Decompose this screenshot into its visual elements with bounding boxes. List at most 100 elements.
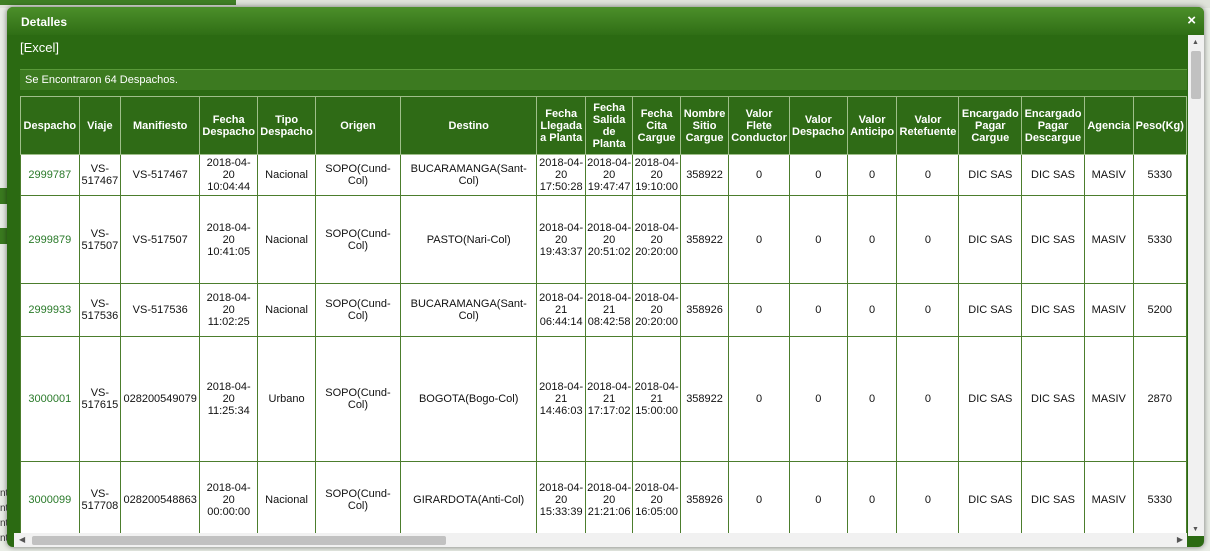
cell-agencia: MASIV: [1083, 195, 1134, 284]
cell-valor-despacho: 0: [788, 195, 848, 284]
despacho-link[interactable]: 3000001: [20, 336, 80, 462]
cell-fecha-salida: 2018-04-21 08:42:58: [584, 283, 634, 337]
cell-fecha-llegada: 2018-04-20 19:43:37: [536, 195, 586, 284]
cell-valor-despacho: 0: [788, 283, 848, 337]
col-header-peso[interactable]: Peso(Kg): [1132, 96, 1187, 155]
scroll-up-icon[interactable]: ▲: [1192, 39, 1199, 46]
background-tab: [0, 0, 236, 5]
cell-fecha-llegada: 2018-04-20 17:50:28: [536, 154, 586, 196]
scroll-right-icon[interactable]: ▶: [1177, 535, 1183, 544]
excel-export-link[interactable]: [Excel]: [20, 40, 59, 55]
cell-fecha-cita: 2018-04-20 20:20:00: [632, 283, 681, 337]
col-header-retefuente[interactable]: Valor Retefuente: [896, 96, 960, 155]
despacho-link[interactable]: 2999879: [20, 195, 80, 284]
dialog-title: Detalles: [21, 15, 68, 29]
cell-destino: PASTO(Nari-Col): [399, 195, 538, 284]
cell-valor-despacho: 0: [788, 461, 848, 536]
cell-fecha-despacho: 2018-04-20 00:00:00: [199, 461, 259, 536]
cell-fecha-salida: 2018-04-21 17:17:02: [584, 336, 634, 462]
cell-manifiesto: VS-517507: [120, 195, 201, 284]
cell-flete-conductor: 0: [728, 283, 790, 337]
cell-fecha-despacho: 2018-04-20 11:02:25: [199, 283, 259, 337]
cell-valor-anticipo: 0: [846, 336, 898, 462]
close-icon[interactable]: ×: [1187, 12, 1196, 29]
cell-fecha-salida: 2018-04-20 19:47:47: [584, 154, 634, 196]
col-header-manifiesto[interactable]: Manifiesto: [120, 96, 201, 155]
table-row: 2999787 VS-517467 VS-517467 2018-04-20 1…: [20, 154, 1187, 196]
dialog-titlebar: Detalles ×: [7, 7, 1204, 35]
cell-fecha-cita: 2018-04-20 20:20:00: [632, 195, 681, 284]
col-header-agencia[interactable]: Agencia: [1083, 96, 1134, 155]
cell-tipo-despacho: Nacional: [257, 154, 317, 196]
col-header-fecha-cita[interactable]: Fecha Cita Cargue: [632, 96, 681, 155]
cell-tipo-despacho: Nacional: [257, 461, 317, 536]
cell-destino: BUCARAMANGA(Sant-Col): [399, 154, 538, 196]
cell-valor-despacho: 0: [788, 154, 848, 196]
col-header-pagar-cargue[interactable]: Encargado Pagar Cargue: [958, 96, 1023, 155]
table-row: 3000099 VS-517708 028200548863 2018-04-2…: [20, 461, 1187, 536]
cell-agencia: MASIV: [1083, 154, 1134, 196]
cell-pagar-cargue: DIC SAS: [958, 336, 1023, 462]
cell-agencia: MASIV: [1083, 283, 1134, 337]
col-header-valor-anticipo[interactable]: Valor Anticipo: [846, 96, 898, 155]
cell-destino: GIRARDOTA(Anti-Col): [399, 461, 538, 536]
cell-fecha-despacho: 2018-04-20 10:04:44: [199, 154, 259, 196]
cell-manifiesto: VS-517467: [120, 154, 201, 196]
cell-valor-despacho: 0: [788, 336, 848, 462]
cell-pagar-cargue: DIC SAS: [958, 154, 1023, 196]
col-header-viaje[interactable]: Viaje: [78, 96, 122, 155]
col-header-fecha-llegada[interactable]: Fecha Llegada a Planta: [536, 96, 586, 155]
cell-sitio-cargue: 358922: [679, 336, 730, 462]
cell-flete-conductor: 0: [728, 154, 790, 196]
cell-retefuente: 0: [896, 195, 960, 284]
table-row: 3000001 VS-517615 028200549079 2018-04-2…: [20, 336, 1187, 462]
cell-manifiesto: 028200548863: [120, 461, 201, 536]
table-row: 2999933 VS-517536 VS-517536 2018-04-20 1…: [20, 283, 1187, 337]
cell-fecha-despacho: 2018-04-20 11:25:34: [199, 336, 259, 462]
cell-origen: SOPO(Cund-Col): [315, 154, 401, 196]
col-header-tipo-despacho[interactable]: Tipo Despacho: [257, 96, 317, 155]
cell-destino: BOGOTA(Bogo-Col): [399, 336, 538, 462]
vertical-scrollbar[interactable]: ▲ ▼: [1188, 35, 1204, 536]
cell-sitio-cargue: 358926: [679, 461, 730, 536]
cell-tipo-despacho: Urbano: [257, 336, 317, 462]
table-header-row: Despacho Viaje Manifiesto Fecha Despacho…: [20, 96, 1187, 155]
col-header-fecha-salida[interactable]: Fecha Salida de Planta: [584, 96, 634, 155]
cell-flete-conductor: 0: [728, 336, 790, 462]
cell-peso: 5330: [1132, 154, 1187, 196]
scroll-down-icon[interactable]: ▼: [1192, 526, 1199, 533]
cell-pagar-descargue: DIC SAS: [1021, 283, 1085, 337]
cell-peso: 2870: [1132, 336, 1187, 462]
col-header-sitio-cargue[interactable]: Nombre Sitio Cargue: [679, 96, 730, 155]
col-header-flete-conductor[interactable]: Valor Flete Conductor: [728, 96, 790, 155]
cell-fecha-salida: 2018-04-20 21:21:06: [584, 461, 634, 536]
col-header-origen[interactable]: Origen: [315, 96, 401, 155]
cell-viaje: VS-517536: [78, 283, 122, 337]
table-row: 2999879 VS-517507 VS-517507 2018-04-20 1…: [20, 195, 1187, 284]
cell-origen: SOPO(Cund-Col): [315, 283, 401, 337]
cell-valor-anticipo: 0: [846, 461, 898, 536]
cell-flete-conductor: 0: [728, 195, 790, 284]
cell-viaje: VS-517507: [78, 195, 122, 284]
col-header-valor-despacho[interactable]: Valor Despacho: [788, 96, 848, 155]
cell-pagar-descargue: DIC SAS: [1021, 336, 1085, 462]
cell-manifiesto: VS-517536: [120, 283, 201, 337]
despacho-link[interactable]: 2999933: [20, 283, 80, 337]
cell-peso: 5200: [1132, 283, 1187, 337]
despacho-link[interactable]: 2999787: [20, 154, 80, 196]
col-header-despacho[interactable]: Despacho: [20, 96, 80, 155]
scroll-left-icon[interactable]: ◀: [19, 535, 25, 544]
vertical-scroll-thumb[interactable]: [1191, 51, 1201, 99]
cell-origen: SOPO(Cund-Col): [315, 195, 401, 284]
cell-tipo-despacho: Nacional: [257, 283, 317, 337]
cell-retefuente: 0: [896, 461, 960, 536]
horizontal-scroll-thumb[interactable]: [32, 536, 446, 545]
col-header-fecha-despacho[interactable]: Fecha Despacho: [199, 96, 259, 155]
col-header-destino[interactable]: Destino: [399, 96, 538, 155]
horizontal-scrollbar[interactable]: ◀ ▶: [14, 533, 1187, 547]
col-header-pagar-descargue[interactable]: Encargado Pagar Descargue: [1021, 96, 1085, 155]
despacho-link[interactable]: 3000099: [20, 461, 80, 536]
cell-sitio-cargue: 358922: [679, 154, 730, 196]
cell-fecha-llegada: 2018-04-21 06:44:14: [536, 283, 586, 337]
cell-tipo-despacho: Nacional: [257, 195, 317, 284]
